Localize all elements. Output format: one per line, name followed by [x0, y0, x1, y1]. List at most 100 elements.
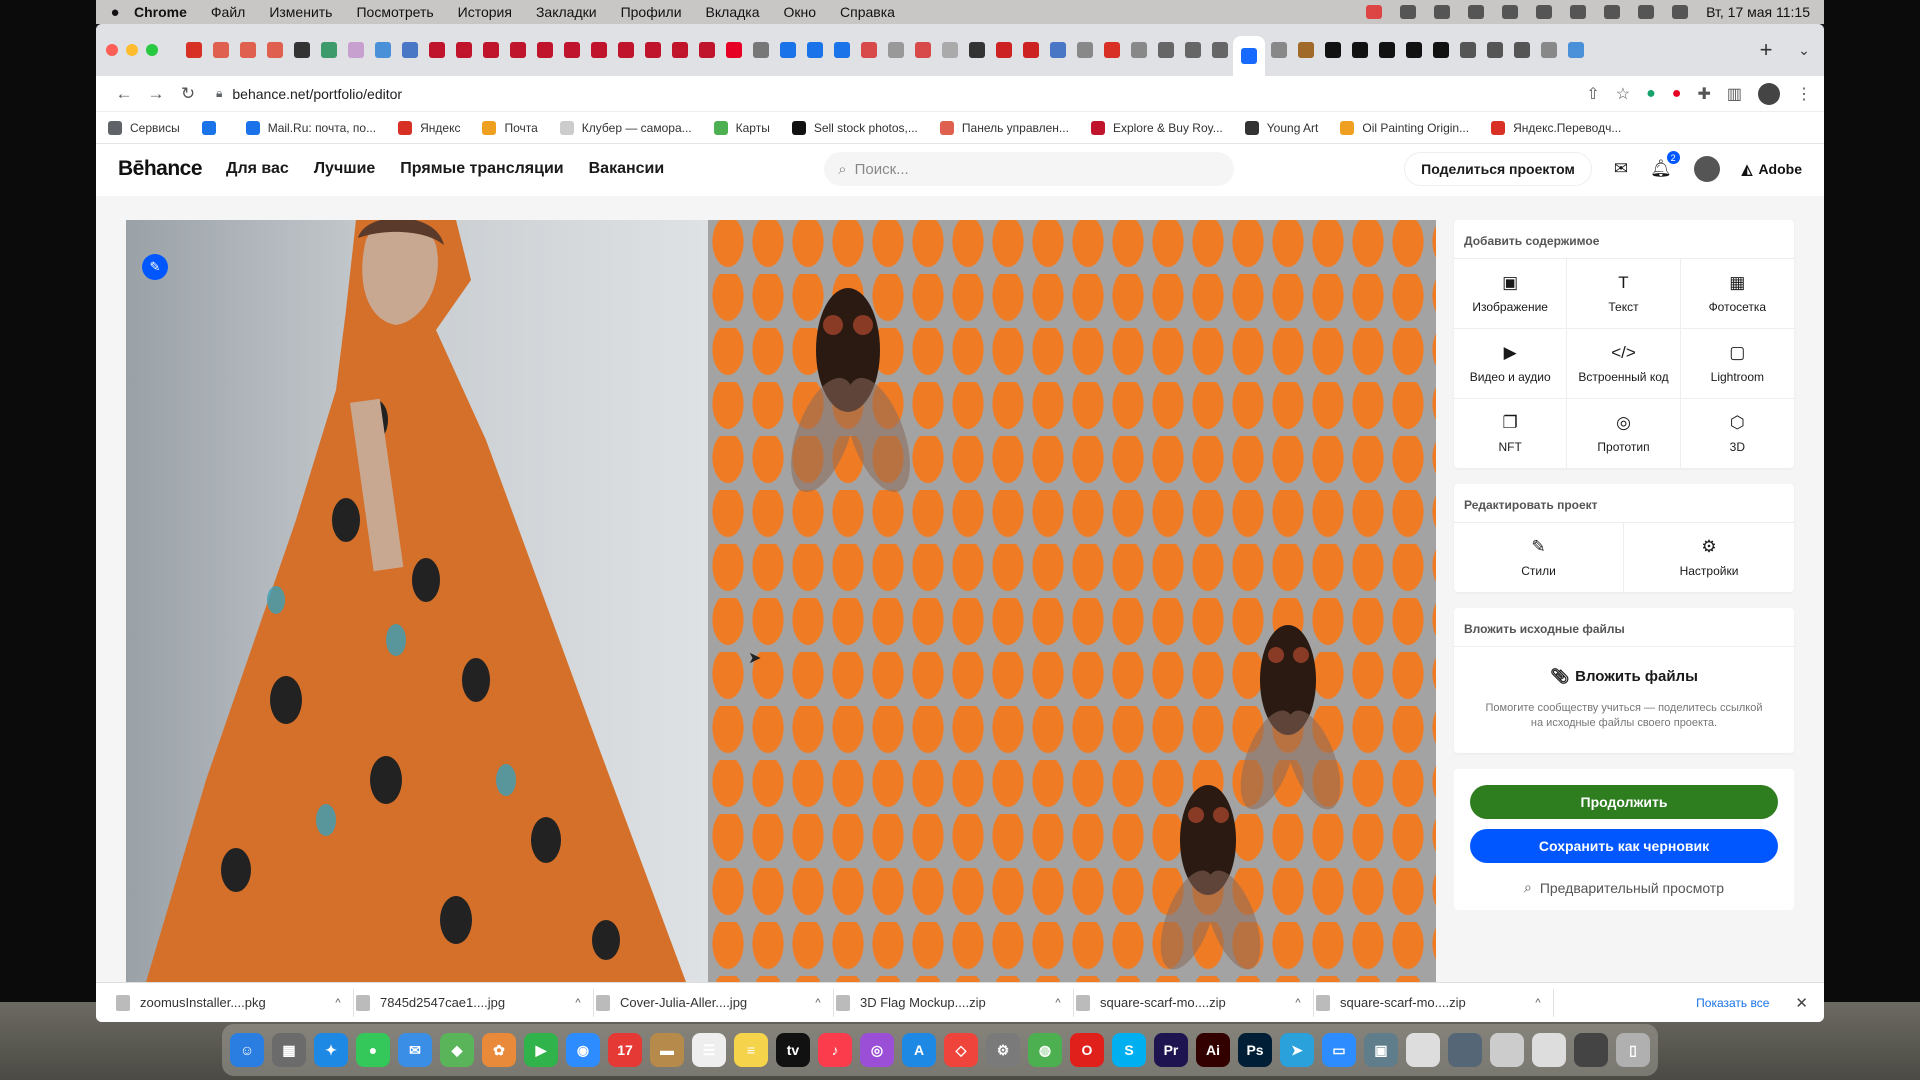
browser-tab[interactable]	[288, 33, 315, 67]
profile-avatar[interactable]	[1758, 82, 1780, 105]
reload-button[interactable]: ↻	[172, 84, 204, 104]
browser-tab[interactable]	[1427, 33, 1454, 67]
dock-app-icon[interactable]	[1448, 1033, 1482, 1067]
browser-tab[interactable]	[639, 33, 666, 67]
browser-tab[interactable]	[369, 33, 396, 67]
fashion-photo-image[interactable]	[126, 220, 708, 982]
menu-item-window[interactable]: Окно	[784, 4, 817, 20]
dock-app-icon[interactable]	[1406, 1033, 1440, 1067]
download-item[interactable]: square-scarf-mo....zip ^	[1074, 988, 1314, 1017]
attach-files-button[interactable]: 📎︎ Вложить файлы	[1550, 667, 1698, 686]
dock-app-icon[interactable]	[1490, 1033, 1524, 1067]
add-photo-grid-button[interactable]: ▦ Фотосетка	[1680, 258, 1794, 328]
dock-app-icon[interactable]: ✦	[314, 1033, 348, 1067]
dock-app-icon[interactable]: ☰	[692, 1033, 726, 1067]
bookmark-item[interactable]: Young Art	[1244, 120, 1318, 135]
dock-app-icon[interactable]: ▦	[272, 1033, 306, 1067]
dock-app-icon[interactable]: ➤	[1280, 1033, 1314, 1067]
bookmark-item[interactable]: Oil Painting Origin...	[1340, 120, 1469, 135]
dock-app-icon[interactable]: ✿	[482, 1033, 516, 1067]
edit-pencil-icon[interactable]: ✎	[142, 254, 168, 280]
share-page-icon[interactable]: ⇧	[1586, 84, 1599, 104]
bookmark-item[interactable]	[201, 120, 224, 135]
browser-tab[interactable]	[450, 33, 477, 67]
preview-link[interactable]: ⌕ Предварительный просмотр	[1470, 873, 1778, 896]
menu-item-view[interactable]: Посмотреть	[356, 4, 433, 20]
browser-tab[interactable]	[1152, 33, 1179, 67]
dock-app-icon[interactable]: ▶	[524, 1033, 558, 1067]
browser-tab[interactable]	[207, 33, 234, 67]
browser-tab[interactable]	[1125, 33, 1152, 67]
browser-tab[interactable]	[882, 33, 909, 67]
bookmark-item[interactable]: Карты	[713, 120, 770, 135]
browser-tab[interactable]	[666, 33, 693, 67]
browser-tab[interactable]	[477, 33, 504, 67]
browser-tab[interactable]	[1017, 33, 1044, 67]
adobe-link[interactable]: ◭ Adobe	[1742, 161, 1802, 178]
download-item[interactable]: 3D Flag Mockup....zip ^	[834, 988, 1074, 1017]
dock-app-icon[interactable]	[1574, 1033, 1608, 1067]
app-menu-name[interactable]: Chrome	[134, 4, 187, 20]
styles-button[interactable]: ✎ Стили	[1454, 522, 1624, 592]
settings-button[interactable]: ⚙ Настройки	[1624, 522, 1794, 592]
battery-icon[interactable]	[1570, 5, 1587, 19]
add-video-audio-button[interactable]: ▶ Видео и аудио	[1454, 328, 1568, 398]
download-item[interactable]: 7845d2547cae1....jpg ^	[354, 988, 594, 1017]
pinterest-extension-icon[interactable]: ●	[1672, 85, 1682, 103]
forward-button[interactable]: →	[140, 84, 172, 104]
dock-app-icon[interactable]: ▣	[1364, 1033, 1398, 1067]
add-embed-code-button[interactable]: </> Встроенный код	[1567, 328, 1681, 398]
grammarly-extension-icon[interactable]: ●	[1646, 85, 1656, 103]
input-source-icon[interactable]	[1468, 5, 1485, 19]
side-panel-icon[interactable]: ▥	[1727, 84, 1742, 104]
chevron-up-icon[interactable]: ^	[803, 997, 833, 1009]
browser-tab[interactable]	[1454, 33, 1481, 67]
zoom-window-button[interactable]	[146, 44, 158, 56]
share-project-button[interactable]: Поделиться проектом	[1404, 152, 1592, 186]
status-play-icon[interactable]	[1434, 5, 1451, 19]
dock-app-icon[interactable]: S	[1112, 1033, 1146, 1067]
bookmark-item[interactable]: Панель управлен...	[939, 120, 1069, 135]
menubar-clock[interactable]: Вт, 17 мая 11:15	[1706, 4, 1810, 20]
browser-tab[interactable]	[1233, 36, 1265, 76]
menu-item-file[interactable]: Файл	[211, 4, 245, 20]
browser-tab[interactable]	[1400, 33, 1427, 67]
menu-item-profiles[interactable]: Профили	[621, 4, 682, 20]
notifications-bell-icon[interactable]: 🔔︎ 2	[1650, 151, 1680, 179]
dock-app-icon[interactable]: ✉	[398, 1033, 432, 1067]
menu-item-history[interactable]: История	[458, 4, 512, 20]
dock-app-icon[interactable]: O	[1070, 1033, 1104, 1067]
browser-tab[interactable]	[747, 33, 774, 67]
menu-item-edit[interactable]: Изменить	[269, 4, 332, 20]
browser-tab[interactable]	[180, 33, 207, 67]
dock-app-icon[interactable]: A	[902, 1033, 936, 1067]
browser-tab[interactable]	[1562, 33, 1589, 67]
show-all-downloads-link[interactable]: Показать все	[1696, 996, 1769, 1010]
add-lightroom-button[interactable]: ▢ Lightroom	[1680, 328, 1794, 398]
browser-tab[interactable]	[342, 33, 369, 67]
browser-tab[interactable]	[1535, 33, 1562, 67]
browser-tab[interactable]	[504, 33, 531, 67]
download-item[interactable]: zoomusInstaller....pkg ^	[114, 988, 354, 1017]
save-draft-button[interactable]: Сохранить как черновик	[1470, 829, 1778, 863]
dock-app-icon[interactable]: Pr	[1154, 1033, 1188, 1067]
browser-tab[interactable]	[1179, 33, 1206, 67]
bookmark-item[interactable]: Сервисы	[108, 120, 180, 135]
bookmark-item[interactable]: Яндекс	[398, 120, 460, 135]
dock-app-icon[interactable]: ▯	[1616, 1033, 1650, 1067]
address-url[interactable]: behance.net/portfolio/editor	[232, 86, 402, 102]
chevron-up-icon[interactable]: ^	[323, 997, 353, 1009]
nav-jobs[interactable]: Вакансии	[589, 160, 665, 178]
add-nft-button[interactable]: ❐ NFT	[1454, 398, 1568, 468]
extensions-puzzle-icon[interactable]: ✚	[1697, 84, 1710, 104]
dock-app-icon[interactable]: 17	[608, 1033, 642, 1067]
control-center-icon[interactable]	[1672, 5, 1689, 19]
tab-search-icon[interactable]: ⌄	[1784, 42, 1824, 59]
browser-tab[interactable]	[1481, 33, 1508, 67]
minimize-window-button[interactable]	[126, 44, 138, 56]
browser-tab[interactable]	[261, 33, 288, 67]
browser-tab[interactable]	[990, 33, 1017, 67]
dock-app-icon[interactable]: ⚙	[986, 1033, 1020, 1067]
back-button[interactable]: ←	[108, 84, 140, 104]
dock-app-icon[interactable]: ◇	[944, 1033, 978, 1067]
